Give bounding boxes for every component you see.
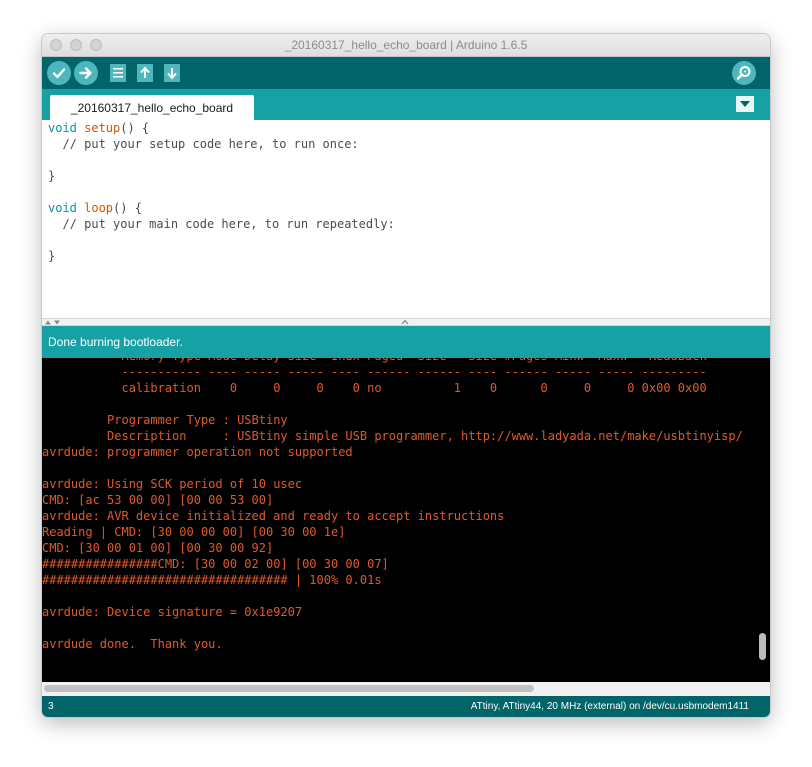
tab-sketch[interactable]: _20160317_hello_echo_board bbox=[50, 95, 254, 120]
code-token: () { bbox=[120, 121, 150, 135]
code-token: // put your main code here, to run repea… bbox=[48, 217, 395, 231]
code-token: // put your setup code here, to run once… bbox=[48, 137, 359, 151]
console-line: ################################## | 100… bbox=[42, 573, 382, 587]
console-line: Reading | CMD: [30 00 00 00] [00 30 00 1… bbox=[42, 525, 346, 539]
footer-bar: 3 ATtiny, ATtiny44, 20 MHz (external) on… bbox=[42, 696, 770, 717]
collapse-arrows-icon[interactable] bbox=[44, 319, 62, 326]
code-line: // put your main code here, to run repea… bbox=[48, 216, 770, 232]
code-editor[interactable]: void setup() { // put your setup code he… bbox=[42, 120, 770, 318]
split-divider[interactable] bbox=[42, 318, 770, 326]
triangle-down-icon bbox=[740, 101, 750, 107]
arrow-right-icon bbox=[79, 67, 92, 79]
horizontal-scroll-thumb[interactable] bbox=[44, 685, 534, 692]
document-icon bbox=[110, 64, 126, 82]
drag-handle-icon[interactable] bbox=[401, 319, 409, 325]
tab-bar: _20160317_hello_echo_board bbox=[42, 89, 770, 120]
console-line: ################CMD: [30 00 02 00] [00 3… bbox=[42, 557, 389, 571]
console-horizontal-scrollbar[interactable] bbox=[42, 682, 770, 696]
console-line: avrdude done. Thank you. bbox=[42, 637, 223, 651]
console-vertical-scrollbar[interactable] bbox=[759, 633, 766, 660]
status-bar: Done burning bootloader. bbox=[42, 326, 770, 358]
console-text: Memory Type Mode Delay Size Indx Paged S… bbox=[42, 358, 754, 668]
console-output[interactable]: Memory Type Mode Delay Size Indx Paged S… bbox=[42, 358, 770, 682]
check-icon bbox=[52, 68, 66, 79]
arrow-down-icon bbox=[164, 64, 180, 82]
window-title: _20160317_hello_echo_board | Arduino 1.6… bbox=[284, 38, 528, 52]
code-token: void bbox=[48, 201, 85, 215]
title-bar: _20160317_hello_echo_board | Arduino 1.6… bbox=[42, 34, 770, 57]
arduino-window: _20160317_hello_echo_board | Arduino 1.6… bbox=[42, 34, 770, 717]
magnifier-icon bbox=[736, 66, 751, 80]
code-line: } bbox=[48, 248, 770, 264]
console-line: avrdude: programmer operation not suppor… bbox=[42, 445, 353, 459]
code-token: } bbox=[48, 169, 56, 183]
console-line: avrdude: Device signature = 0x1e9207 bbox=[42, 605, 303, 619]
console-line: avrdude: Using SCK period of 10 usec bbox=[42, 477, 303, 491]
status-message: Done burning bootloader. bbox=[48, 335, 183, 349]
code-token: () { bbox=[113, 201, 142, 215]
serial-monitor-button[interactable] bbox=[732, 61, 756, 85]
code-token: } bbox=[48, 249, 56, 263]
new-sketch-button[interactable] bbox=[108, 62, 128, 84]
console-line: CMD: [ac 53 00 00] [00 00 53 00] bbox=[42, 493, 274, 507]
code-line: } bbox=[48, 168, 770, 184]
open-sketch-button[interactable] bbox=[135, 62, 155, 84]
save-sketch-button[interactable] bbox=[162, 62, 182, 84]
upload-button[interactable] bbox=[74, 61, 98, 85]
line-number: 3 bbox=[48, 701, 54, 712]
console-line: Programmer Type : USBtiny bbox=[42, 413, 288, 427]
console-line: calibration 0 0 0 0 no 1 0 0 0 0 0x00 0x… bbox=[42, 381, 707, 395]
toolbar bbox=[42, 57, 770, 89]
board-info: ATtiny, ATtiny44, 20 MHz (external) on /… bbox=[470, 701, 749, 712]
console-line: Description : USBtiny simple USB program… bbox=[42, 429, 743, 443]
code-line: // put your setup code here, to run once… bbox=[48, 136, 770, 152]
code-token: void bbox=[48, 121, 85, 135]
console-line: CMD: [30 00 01 00] [00 30 00 92] bbox=[42, 541, 274, 555]
console-line: ----------- ---- ----- ----- ---- ------… bbox=[42, 365, 707, 379]
code-token: loop bbox=[84, 201, 114, 215]
tab-menu-button[interactable] bbox=[736, 96, 754, 112]
arrow-up-icon bbox=[137, 64, 153, 82]
verify-button[interactable] bbox=[47, 61, 71, 85]
console-line: avrdude: AVR device initialized and read… bbox=[42, 509, 505, 523]
code-token: setup bbox=[84, 121, 121, 135]
code-line: void loop() { bbox=[48, 200, 770, 216]
code-line: void setup() { bbox=[48, 120, 770, 136]
